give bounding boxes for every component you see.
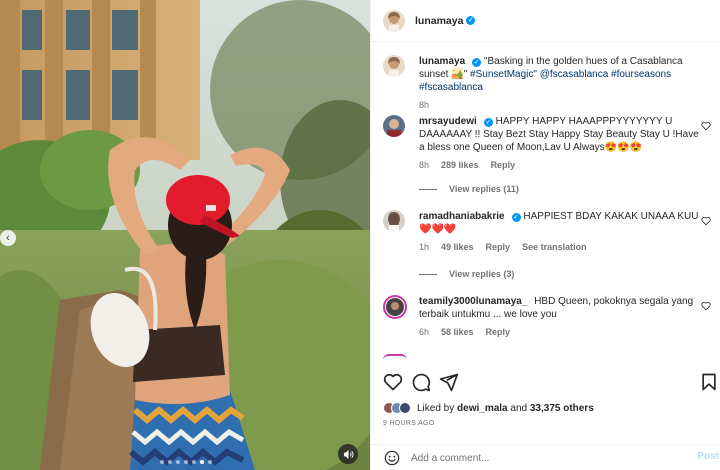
- like-comment-heart-icon[interactable]: [701, 216, 711, 226]
- share-icon[interactable]: [439, 372, 459, 392]
- post-comment-button[interactable]: Post: [697, 451, 719, 462]
- likers-avatars: [383, 402, 411, 414]
- post-timestamp[interactable]: 9 HOURS AGO: [383, 420, 435, 427]
- comment-time: 1h: [419, 242, 430, 252]
- commenter-username[interactable]: ramadhaniabakrie: [419, 211, 505, 222]
- post-details-panel: lunamaya ✓ lunamaya ✓ "Basking in the gol…: [370, 0, 720, 470]
- carousel-dot: [192, 460, 196, 464]
- comment-item: mrsayudewi ✓ HAPPY HAPPY HAAAPPPYYYYYYY U…: [383, 115, 713, 170]
- comment-time: 6h: [419, 327, 430, 337]
- commenter-avatar[interactable]: [383, 210, 405, 232]
- comment-item: teamily3000lunamaya_ HBD Queen, pokoknya…: [383, 295, 713, 337]
- carousel-dot-active: [200, 460, 204, 464]
- add-comment-bar: Post: [371, 444, 720, 470]
- comments-list[interactable]: lunamaya ✓ "Basking in the golden hues of…: [371, 43, 720, 359]
- author-avatar[interactable]: [383, 55, 405, 77]
- caption-username[interactable]: lunamaya: [419, 56, 465, 67]
- comment-icon[interactable]: [411, 372, 431, 392]
- author-avatar[interactable]: [383, 9, 405, 32]
- chevron-left-icon: ‹: [6, 232, 10, 244]
- post-actions-bar: [371, 368, 720, 396]
- liked-by-user[interactable]: dewi_mala: [457, 403, 508, 414]
- comment-likes-count[interactable]: 49 likes: [441, 242, 474, 252]
- like-comment-heart-icon[interactable]: [701, 301, 711, 311]
- verified-badge-icon: ✓: [483, 118, 493, 127]
- commenter-username[interactable]: teamily3000lunamaya_: [419, 296, 527, 307]
- post-media[interactable]: ‹: [0, 0, 370, 470]
- caption-time: 8h: [419, 100, 430, 110]
- comment-time: 8h: [419, 160, 430, 170]
- view-replies-button[interactable]: View replies (11): [419, 184, 519, 194]
- carousel-indicator: [160, 460, 212, 464]
- reply-button[interactable]: Reply: [486, 327, 511, 337]
- comment-item: ramadhaniabakrie ✓ HAPPIEST BDAY KAKAK UN…: [383, 210, 713, 252]
- post-photo: [0, 0, 370, 470]
- carousel-dot: [168, 460, 172, 464]
- carousel-dot: [176, 460, 180, 464]
- speaker-icon: [343, 449, 354, 459]
- comment-likes-count[interactable]: 289 likes: [441, 160, 479, 170]
- emoji-icon[interactable]: [384, 450, 400, 466]
- previous-media-button[interactable]: ‹: [0, 230, 16, 246]
- verified-badge-icon: ✓: [511, 213, 521, 222]
- view-replies-button[interactable]: View replies (3): [419, 269, 514, 279]
- see-translation-button[interactable]: See translation: [522, 242, 587, 252]
- verified-badge-icon: ✓: [472, 58, 482, 67]
- carousel-dot: [160, 460, 164, 464]
- commenter-avatar[interactable]: [383, 115, 405, 137]
- author-username[interactable]: lunamaya: [415, 15, 463, 27]
- sound-toggle-button[interactable]: [338, 444, 358, 464]
- commenter-avatar[interactable]: [383, 295, 407, 319]
- carousel-dot: [184, 460, 188, 464]
- reply-button[interactable]: Reply: [491, 160, 516, 170]
- comment-input[interactable]: [411, 449, 661, 467]
- commenter-username[interactable]: mrsayudewi: [419, 116, 477, 127]
- reply-button[interactable]: Reply: [486, 242, 511, 252]
- heart-icon[interactable]: [383, 372, 403, 392]
- carousel-dot: [208, 460, 212, 464]
- comment-likes-count[interactable]: 58 likes: [441, 327, 474, 337]
- bookmark-icon[interactable]: [699, 372, 719, 392]
- likes-count[interactable]: 33,375 others: [530, 403, 594, 414]
- verified-badge-icon: ✓: [466, 16, 476, 25]
- next-commenter-avatar: [383, 354, 407, 359]
- likes-summary[interactable]: Liked by dewi_mala and 33,375 others: [383, 402, 594, 414]
- like-comment-heart-icon[interactable]: [701, 121, 711, 131]
- post-caption: lunamaya ✓ "Basking in the golden hues of…: [383, 55, 713, 110]
- post-header: lunamaya ✓: [371, 0, 720, 42]
